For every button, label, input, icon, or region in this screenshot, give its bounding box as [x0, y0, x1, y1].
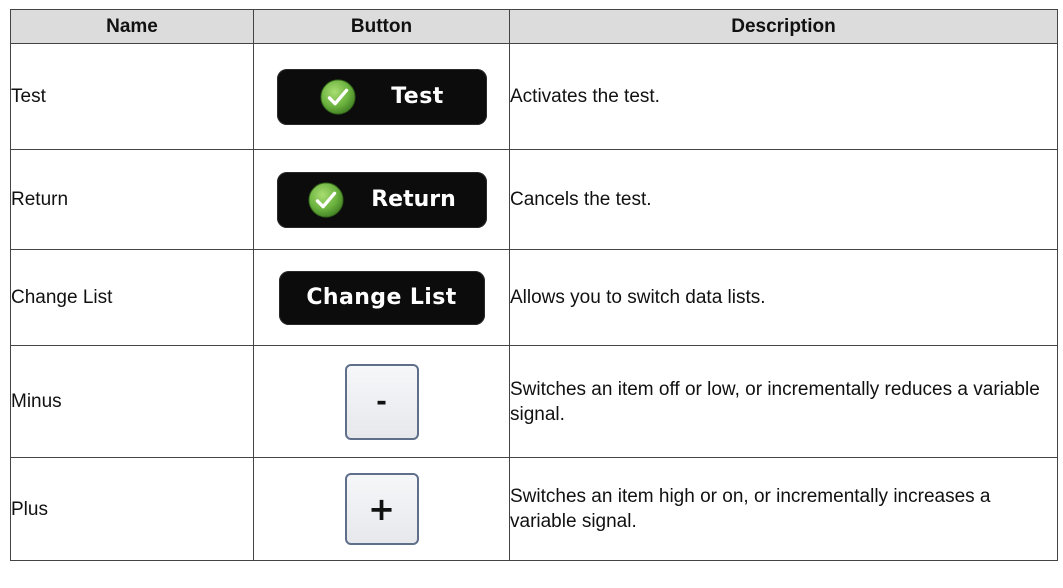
row-description: Switches an item off or low, or incremen…: [509, 345, 1058, 458]
header-button: Button: [253, 9, 510, 44]
check-icon: [320, 78, 356, 115]
minus-button-label: -: [376, 386, 387, 417]
row-description: Allows you to switch data lists.: [509, 249, 1058, 346]
row-description: Switches an item high or on, or incremen…: [509, 457, 1058, 561]
button-reference-table: Name Button Description Test Test Activa…: [10, 9, 1058, 561]
row-button-cell: Return: [253, 149, 510, 250]
row-name: Plus: [10, 457, 254, 561]
check-icon: [308, 181, 344, 218]
row-description: Cancels the test.: [509, 149, 1058, 250]
change-list-button-label: Change List: [306, 285, 457, 310]
table-row: Test Test Activates the test.: [10, 43, 1058, 150]
row-button-cell: Test: [253, 43, 510, 150]
row-name: Return: [10, 149, 254, 250]
row-name: Test: [10, 43, 254, 150]
plus-button-label: +: [368, 490, 395, 528]
row-description: Activates the test.: [509, 43, 1058, 150]
return-button[interactable]: Return: [276, 171, 487, 228]
test-button-label: Test: [391, 84, 444, 109]
table-row: Plus + Switches an item high or on, or i…: [10, 457, 1058, 561]
row-name: Change List: [10, 249, 254, 346]
return-button-label: Return: [371, 187, 456, 212]
table-row: Change List Change List Allows you to sw…: [10, 249, 1058, 346]
header-description: Description: [509, 9, 1058, 44]
row-button-cell: Change List: [253, 249, 510, 346]
table-row: Return Return Cancels the test.: [10, 149, 1058, 250]
table-header-row: Name Button Description: [10, 9, 1058, 44]
plus-button[interactable]: +: [344, 473, 419, 545]
test-button[interactable]: Test: [276, 68, 487, 125]
minus-button[interactable]: -: [344, 363, 419, 440]
row-button-cell: +: [253, 457, 510, 561]
table-row: Minus - Switches an item off or low, or …: [10, 345, 1058, 458]
header-name: Name: [10, 9, 254, 44]
row-name: Minus: [10, 345, 254, 458]
row-button-cell: -: [253, 345, 510, 458]
change-list-button[interactable]: Change List: [278, 270, 485, 325]
